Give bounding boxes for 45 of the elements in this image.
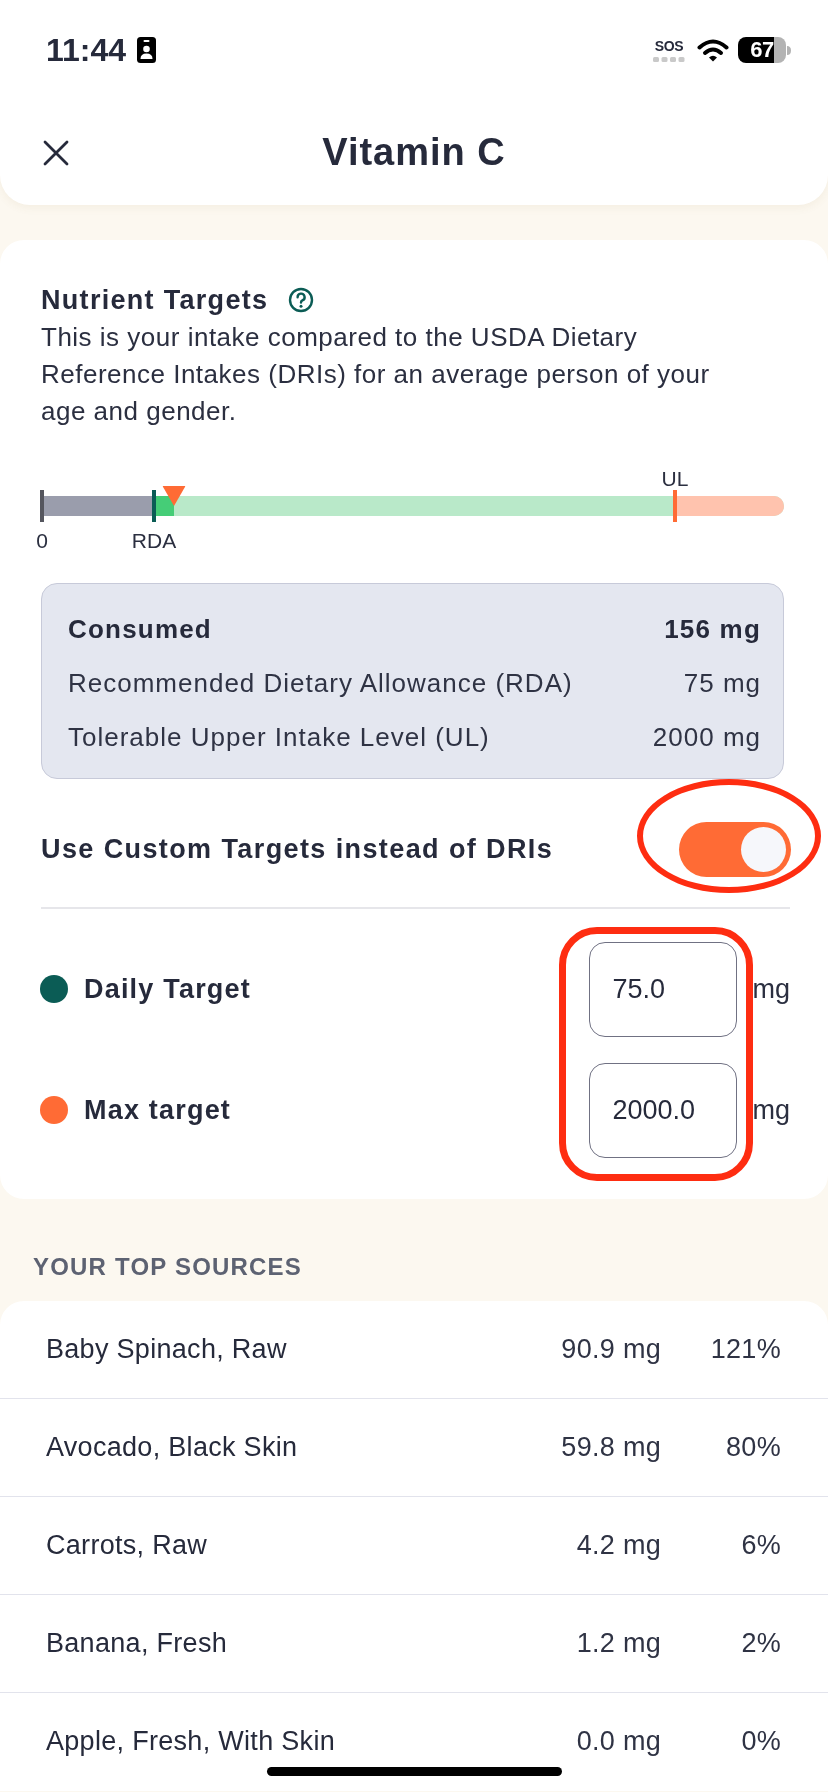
custom-targets-toggle[interactable] bbox=[679, 822, 791, 877]
food-percent: 6% bbox=[740, 1528, 781, 1562]
target-input[interactable]: 75.0 bbox=[589, 941, 738, 1037]
scale-label: UL bbox=[661, 466, 689, 492]
scale-label: 0 bbox=[36, 528, 48, 554]
food-percent: 2% bbox=[740, 1626, 781, 1660]
help-icon bbox=[288, 287, 315, 313]
summary-value: 2000 mg bbox=[652, 720, 761, 754]
food-amount: 0.0 mg bbox=[576, 1725, 661, 1759]
description-text: This is your intake compared to the USDA Dietary Reference Intakes (DRIs) for an average person of your age and gender. bbox=[41, 321, 711, 428]
section-heading: YOUR TOP SOURCES bbox=[33, 1251, 304, 1282]
close-icon bbox=[43, 139, 69, 166]
food-amount: 1.2 mg bbox=[576, 1626, 661, 1660]
summary-label: Tolerable Upper Intake Level (UL) bbox=[68, 720, 490, 754]
sos-label: SOS bbox=[654, 38, 684, 54]
unit-label: mg bbox=[752, 972, 790, 1006]
wifi-icon bbox=[697, 38, 729, 62]
food-percent: 121% bbox=[709, 1332, 781, 1366]
signal-dots-icon bbox=[653, 56, 685, 62]
food-name: Apple, Fresh, With Skin bbox=[46, 1725, 336, 1759]
food-percent: 80% bbox=[725, 1430, 781, 1464]
summary-label: Consumed bbox=[68, 612, 212, 646]
battery-level: 67 bbox=[738, 37, 786, 63]
food-name: Baby Spinach, Raw bbox=[46, 1332, 288, 1366]
food-amount: 4.2 mg bbox=[576, 1528, 661, 1562]
summary-label: Recommended Dietary Allowance (RDA) bbox=[68, 666, 573, 700]
id-badge-icon bbox=[137, 37, 157, 63]
battery-tip-icon bbox=[787, 45, 791, 55]
page-title: Vitamin C bbox=[322, 129, 506, 175]
clock-time: 11:44 bbox=[46, 34, 127, 66]
food-name: Avocado, Black Skin bbox=[46, 1430, 299, 1464]
unit-label: mg bbox=[752, 1093, 790, 1127]
food-name: Carrots, Raw bbox=[46, 1528, 209, 1562]
target-input[interactable]: 2000.0 bbox=[589, 1062, 738, 1158]
summary-value: 75 mg bbox=[683, 666, 761, 700]
food-amount: 59.8 mg bbox=[561, 1430, 661, 1464]
summary-value: 156 mg bbox=[664, 612, 761, 646]
target-label: Daily Target bbox=[84, 972, 252, 1006]
food-amount: 90.9 mg bbox=[561, 1332, 661, 1366]
scale-label: RDA bbox=[131, 528, 177, 554]
target-label: Max target bbox=[84, 1093, 233, 1127]
food-name: Banana, Fresh bbox=[46, 1626, 228, 1660]
food-percent: 0% bbox=[740, 1725, 781, 1759]
section-title: Nutrient Targets bbox=[41, 284, 269, 317]
toggle-label: Use Custom Targets instead of DRIs bbox=[41, 833, 554, 867]
